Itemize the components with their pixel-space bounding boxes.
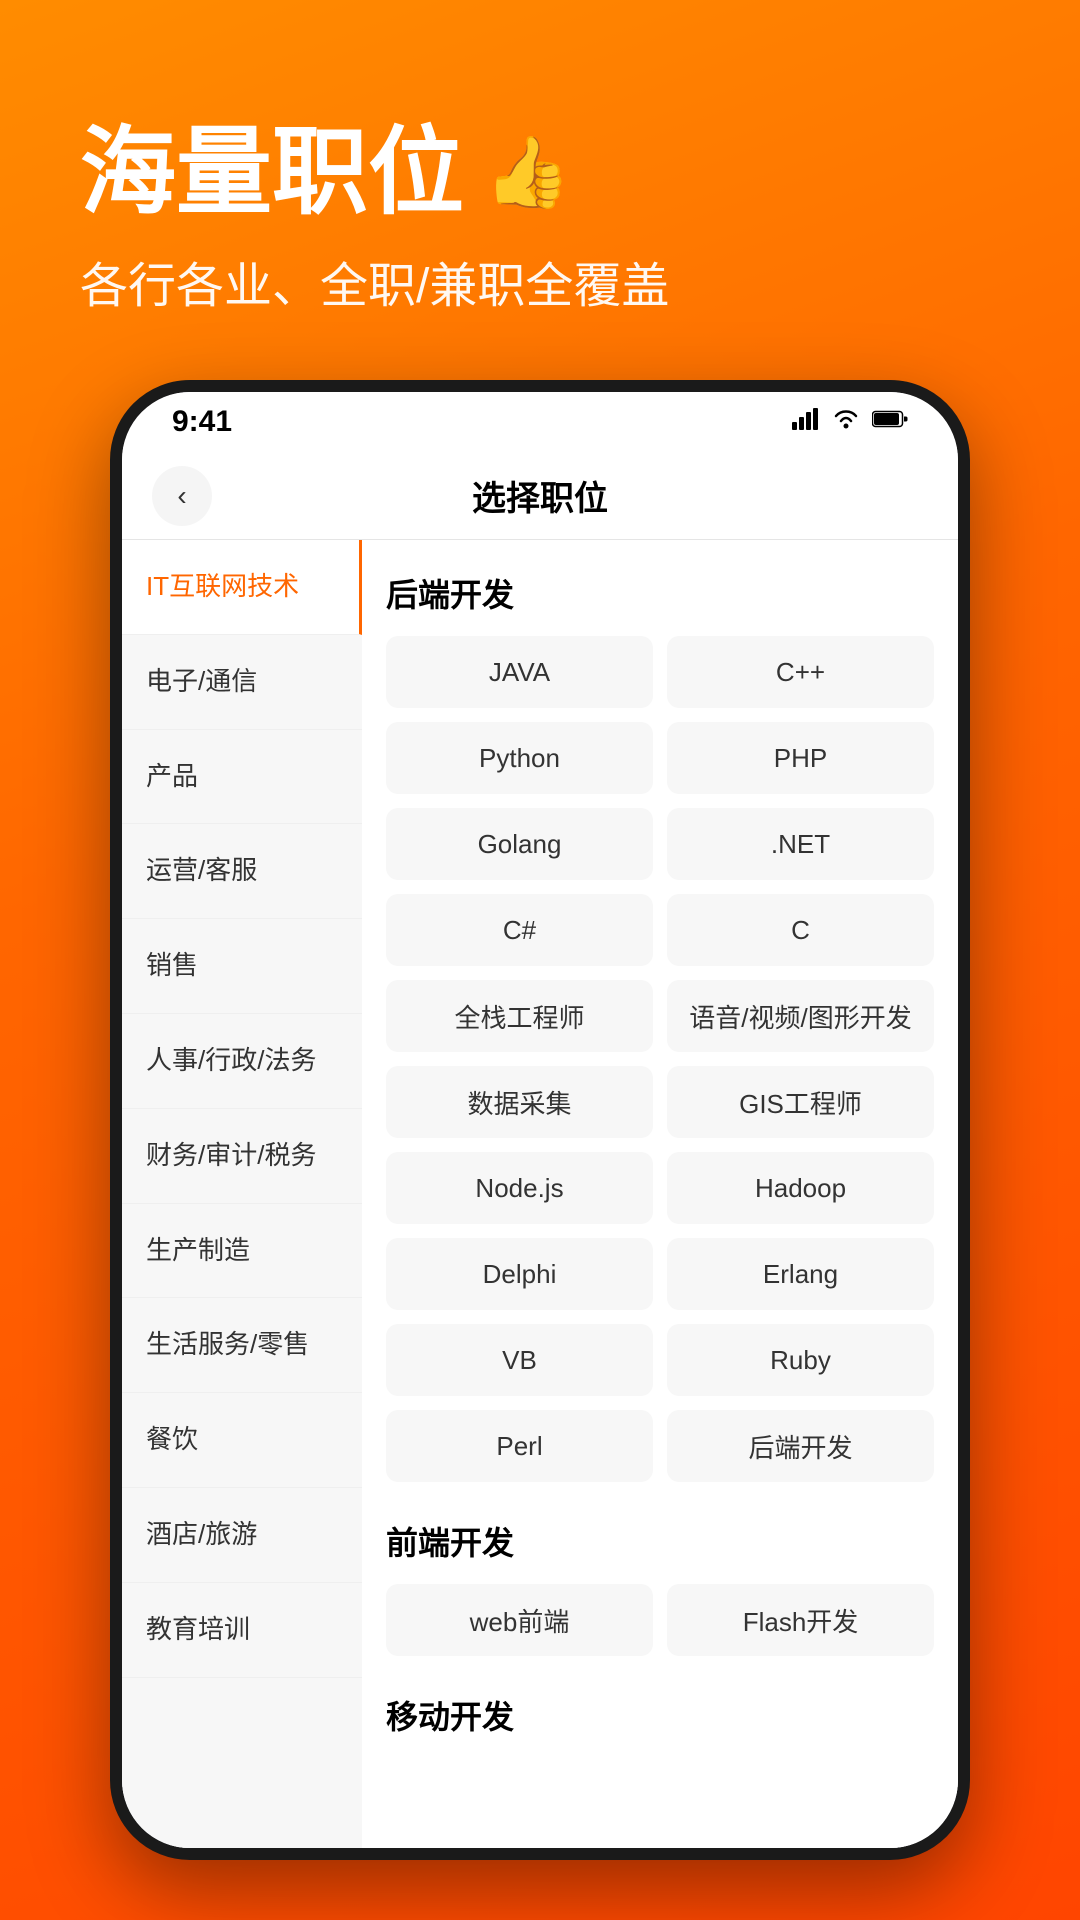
status-time: 9:41 <box>172 405 232 439</box>
grid-item-cpp[interactable]: C++ <box>667 636 934 708</box>
back-icon: ‹ <box>177 480 186 512</box>
grid-item-nodejs[interactable]: Node.js <box>386 1152 653 1224</box>
battery-icon <box>872 408 908 436</box>
thumb-icon: 👍 <box>484 134 571 211</box>
grid-item-flash[interactable]: Flash开发 <box>667 1584 934 1656</box>
status-icons <box>792 408 908 437</box>
sidebar-item-retail[interactable]: 生活服务/零售 <box>122 1298 362 1393</box>
grid-item-erlang[interactable]: Erlang <box>667 1238 934 1310</box>
sidebar-item-electronics[interactable]: 电子/通信 <box>122 635 362 730</box>
grid-item-ruby[interactable]: Ruby <box>667 1324 934 1396</box>
sidebar-item-food[interactable]: 餐饮 <box>122 1393 362 1488</box>
grid-item-c[interactable]: C <box>667 894 934 966</box>
hero-title-text: 海量职位 <box>80 120 464 226</box>
sidebar: IT互联网技术 电子/通信 产品 运营/客服 销售 人事/行政/法务 财务/审计… <box>122 540 362 1848</box>
grid-item-gis[interactable]: GIS工程师 <box>667 1066 934 1138</box>
grid-item-vb[interactable]: VB <box>386 1324 653 1396</box>
frontend-grid: web前端 Flash开发 <box>386 1584 934 1656</box>
content-area: IT互联网技术 电子/通信 产品 运营/客服 销售 人事/行政/法务 财务/审计… <box>122 540 958 1848</box>
sidebar-item-manufacturing[interactable]: 生产制造 <box>122 1204 362 1299</box>
backend-grid: JAVA C++ Python PHP Golang .NET C# C 全栈工… <box>386 636 934 1482</box>
sidebar-item-hotel[interactable]: 酒店/旅游 <box>122 1488 362 1583</box>
sidebar-item-hr[interactable]: 人事/行政/法务 <box>122 1014 362 1109</box>
hero-section: 海量职位 👍 各行各业、全职/兼职全覆盖 <box>0 0 1080 376</box>
grid-item-perl[interactable]: Perl <box>386 1410 653 1482</box>
grid-item-backend[interactable]: 后端开发 <box>667 1410 934 1482</box>
wifi-icon <box>832 408 860 437</box>
grid-item-webfront[interactable]: web前端 <box>386 1584 653 1656</box>
grid-item-dotnet[interactable]: .NET <box>667 808 934 880</box>
section-title-frontend: 前端开发 <box>386 1488 934 1584</box>
grid-item-avdev[interactable]: 语音/视频/图形开发 <box>667 980 934 1052</box>
hero-subtitle: 各行各业、全职/兼职全覆盖 <box>80 246 1000 316</box>
nav-bar: ‹ 选择职位 <box>122 452 958 540</box>
grid-item-delphi[interactable]: Delphi <box>386 1238 653 1310</box>
sidebar-item-finance[interactable]: 财务/审计/税务 <box>122 1109 362 1204</box>
sidebar-item-sales[interactable]: 销售 <box>122 919 362 1014</box>
section-title-mobile: 移动开发 <box>386 1662 934 1758</box>
grid-item-java[interactable]: JAVA <box>386 636 653 708</box>
sidebar-item-operations[interactable]: 运营/客服 <box>122 824 362 919</box>
hero-title: 海量职位 👍 <box>80 120 1000 226</box>
grid-item-golang[interactable]: Golang <box>386 808 653 880</box>
grid-item-csharp[interactable]: C# <box>386 894 653 966</box>
right-content: 后端开发 JAVA C++ Python PHP Golang .NET C# … <box>362 540 958 1848</box>
grid-item-python[interactable]: Python <box>386 722 653 794</box>
grid-item-hadoop[interactable]: Hadoop <box>667 1152 934 1224</box>
grid-item-fullstack[interactable]: 全栈工程师 <box>386 980 653 1052</box>
section-title-backend: 后端开发 <box>386 540 934 636</box>
grid-item-php[interactable]: PHP <box>667 722 934 794</box>
sidebar-item-education[interactable]: 教育培训 <box>122 1583 362 1678</box>
sidebar-item-it[interactable]: IT互联网技术 <box>122 540 362 635</box>
status-bar: 9:41 <box>122 392 958 452</box>
back-button[interactable]: ‹ <box>152 466 212 526</box>
phone-frame: 9:41 <box>110 380 970 1860</box>
nav-title: 选择职位 <box>472 471 608 520</box>
signal-icon <box>792 408 820 437</box>
grid-item-datacollect[interactable]: 数据采集 <box>386 1066 653 1138</box>
sidebar-item-product[interactable]: 产品 <box>122 730 362 825</box>
